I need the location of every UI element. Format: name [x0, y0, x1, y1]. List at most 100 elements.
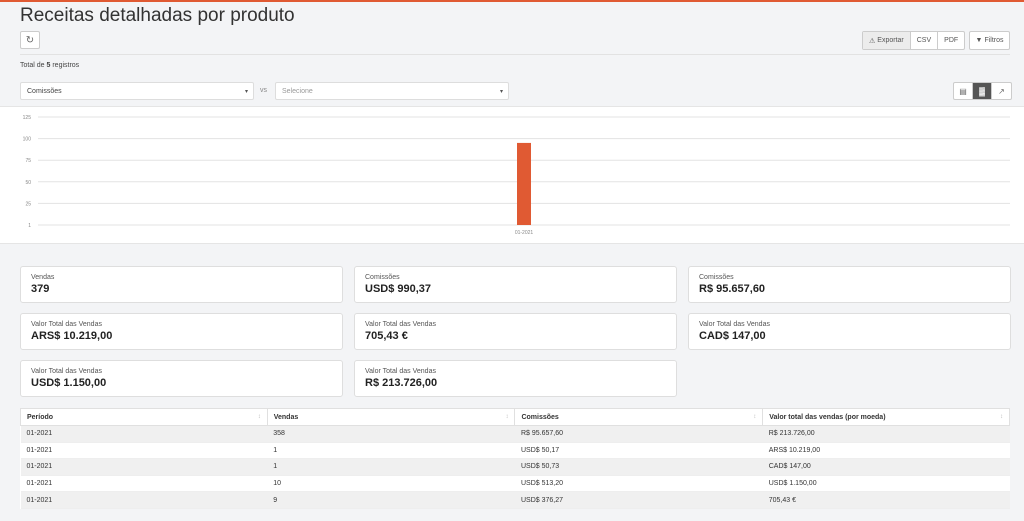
page-title: Receitas detalhadas por produto [20, 5, 295, 26]
chart-bar[interactable] [517, 142, 531, 225]
card-label: Valor Total das Vendas [365, 368, 436, 375]
cell-period: 01-2021 [20, 491, 268, 509]
card-value: 705,43 € [365, 330, 408, 342]
card-value: 379 [31, 283, 50, 295]
cell-period: 01-2021 [20, 442, 268, 460]
column-header-label: Comissões [521, 413, 559, 421]
refresh-icon: ↻ [25, 34, 35, 46]
summary-card: Valor Total das Vendas USD$ 1.150,00 [20, 360, 343, 397]
table-row: 01-2021 1 USD$ 50,17 ARS$ 10.219,00 [20, 442, 1010, 460]
cell-sales: 358 [267, 425, 515, 443]
total-count: 5 [46, 62, 51, 69]
card-label: Valor Total das Vendas [31, 368, 102, 375]
column-header-total-sales[interactable]: Valor total das vendas (por moeda) ↕ [762, 408, 1010, 426]
card-label: Valor Total das Vendas [699, 321, 770, 328]
total-prefix: Total de [20, 62, 45, 69]
csv-button[interactable]: CSV [911, 32, 939, 49]
column-header-label: Período [27, 413, 54, 421]
cell-period: 01-2021 [20, 425, 268, 443]
cell-period: 01-2021 [20, 475, 268, 493]
cell-total-sales: R$ 213.726,00 [762, 425, 1010, 443]
card-value: CAD$ 147,00 [699, 330, 766, 342]
cell-total-sales: ARS$ 10.219,00 [762, 442, 1010, 460]
pdf-button[interactable]: PDF [938, 32, 964, 49]
y-tick-label: 1 [28, 223, 31, 229]
card-label: Valor Total das Vendas [365, 321, 436, 328]
top-accent-line [0, 0, 1024, 2]
cell-total-sales: 705,43 € [762, 491, 1010, 509]
card-label: Comissões [699, 274, 734, 281]
records-table: Período ↕ Vendas ↕ Comissões ↕ Valor total … [20, 408, 1010, 509]
chart-view-toggle: ▤ ▓ ↗ [953, 82, 1012, 100]
sort-icon: ↕ [753, 414, 757, 420]
header-divider [20, 54, 1010, 55]
column-header-sales[interactable]: Vendas ↕ [266, 408, 516, 426]
cell-sales: 1 [267, 442, 515, 460]
bar-chart-view-button[interactable]: ▓ [973, 83, 992, 99]
total-records: Total de 5 registros [20, 62, 79, 69]
cell-period: 01-2021 [20, 458, 268, 476]
chart-panel: 125 100 75 50 25 1 01-2021 [0, 106, 1024, 244]
vs-label: vs [260, 87, 267, 94]
table-row: 01-2021 358 R$ 95.657,60 R$ 213.726,00 [20, 425, 1010, 443]
summary-card: Comissões R$ 95.657,60 [688, 266, 1011, 303]
card-value: ARS$ 10.219,00 [31, 330, 113, 342]
x-tick-label: 01-2021 [515, 230, 534, 236]
export-button-group: ⚠ Exportar CSV PDF [862, 31, 966, 50]
cell-commissions: USD$ 376,27 [514, 491, 763, 509]
card-value: R$ 95.657,60 [699, 283, 766, 295]
cell-sales: 9 [267, 491, 515, 509]
cell-commissions: R$ 95.657,60 [514, 425, 763, 443]
metric-select[interactable]: Comissões ▾ [20, 82, 254, 100]
filters-button[interactable]: ▼ Filtros [969, 31, 1010, 50]
y-tick-label: 75 [25, 158, 31, 164]
table-row: 01-2021 1 USD$ 50,73 CAD$ 147,00 [20, 458, 1010, 476]
warning-icon: ⚠ [869, 37, 876, 45]
cell-commissions: USD$ 50,73 [514, 458, 763, 476]
column-header-label: Valor total das vendas (por moeda) [769, 413, 886, 421]
compare-select-placeholder: Selecione [282, 87, 313, 95]
bar-chart: 125 100 75 50 25 1 01-2021 [23, 115, 1010, 236]
cell-sales: 10 [267, 475, 515, 493]
compare-select[interactable]: Selecione ▾ [275, 82, 509, 100]
cell-commissions: USD$ 513,20 [514, 475, 763, 493]
table-row: 01-2021 9 USD$ 376,27 705,43 € [20, 491, 1010, 509]
summary-card: Vendas 379 [20, 266, 343, 303]
line-chart-view-button[interactable]: ↗ [992, 83, 1011, 99]
y-tick-label: 50 [25, 180, 31, 186]
refresh-button[interactable]: ↻ [20, 31, 40, 49]
chevron-down-icon: ▾ [244, 88, 248, 95]
cell-total-sales: CAD$ 147,00 [762, 458, 1010, 476]
card-value: USD$ 990,37 [365, 283, 432, 295]
column-header-commissions[interactable]: Comissões ↕ [514, 408, 764, 426]
cell-sales: 1 [267, 458, 515, 476]
cell-total-sales: USD$ 1.150,00 [762, 475, 1010, 493]
table-header-row: Período ↕ Vendas ↕ Comissões ↕ Valor total … [20, 408, 1010, 426]
card-value: R$ 213.726,00 [365, 377, 438, 389]
summary-card: Valor Total das Vendas ARS$ 10.219,00 [20, 313, 343, 350]
card-value: USD$ 1.150,00 [31, 377, 107, 389]
cell-commissions: USD$ 50,17 [514, 442, 763, 460]
card-label: Vendas [31, 274, 55, 281]
total-suffix: registros [52, 62, 80, 69]
sort-icon: ↕ [1000, 414, 1003, 420]
export-label: Exportar [877, 37, 904, 44]
column-header-period[interactable]: Período ↕ [20, 408, 268, 426]
sort-icon: ↕ [257, 414, 261, 420]
table-row: 01-2021 10 USD$ 513,20 USD$ 1.150,00 [20, 475, 1010, 493]
summary-card: Valor Total das Vendas CAD$ 147,00 [688, 313, 1011, 350]
filters-label: Filtros [984, 37, 1004, 44]
export-button[interactable]: ⚠ Exportar [863, 32, 911, 49]
sort-icon: ↕ [505, 414, 509, 420]
summary-card: Valor Total das Vendas 705,43 € [354, 313, 677, 350]
card-label: Comissões [365, 274, 400, 281]
chevron-down-icon: ▾ [499, 88, 503, 95]
summary-card: Valor Total das Vendas R$ 213.726,00 [354, 360, 677, 397]
card-label: Valor Total das Vendas [31, 321, 102, 328]
summary-card: Comissões USD$ 990,37 [354, 266, 677, 303]
y-tick-label: 25 [25, 201, 31, 207]
y-tick-label: 100 [23, 137, 32, 143]
area-chart-view-button[interactable]: ▤ [954, 83, 973, 99]
metric-select-value: Comissões [27, 87, 62, 95]
y-tick-label: 125 [23, 115, 32, 121]
